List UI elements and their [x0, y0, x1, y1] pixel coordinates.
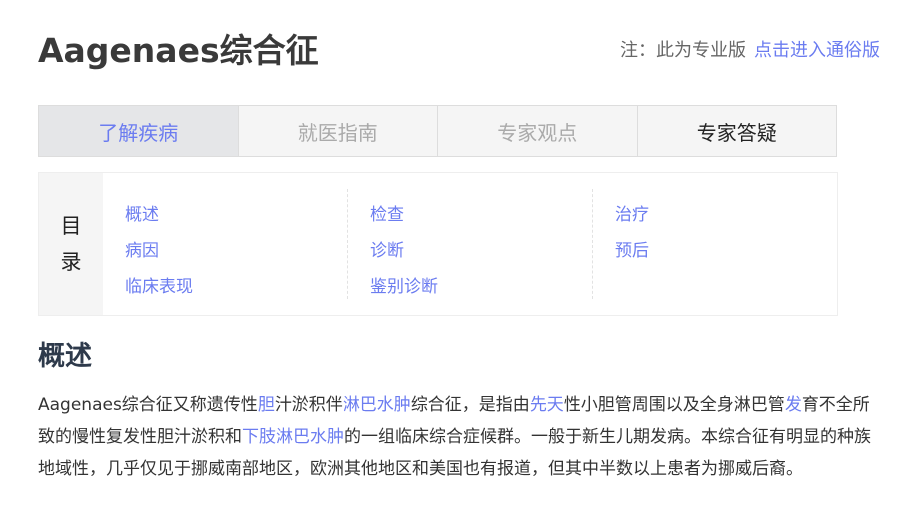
text-segment: Aagenaes综合征又称遗传性	[38, 395, 258, 415]
term-link[interactable]: 下肢淋巴水肿	[242, 427, 344, 447]
toc-link-differential-diagnosis[interactable]: 鉴别诊断	[370, 269, 592, 305]
text-segment: 性小胆管周围以及全身淋巴管	[563, 395, 785, 415]
tab-bar: 了解疾病 就医指南 专家观点 专家答疑	[38, 105, 837, 157]
toc-label-char: 录	[60, 250, 82, 274]
toc-link-symptoms[interactable]: 临床表现	[125, 269, 347, 305]
toc-column: 检查 诊断 鉴别诊断	[347, 189, 592, 299]
toc-link-prognosis[interactable]: 预后	[615, 233, 837, 269]
version-note-text: 注：此为专业版	[620, 40, 746, 61]
section-heading: 概述	[38, 341, 92, 372]
term-link[interactable]: 胆	[258, 395, 275, 415]
tab-expert-qa[interactable]: 专家答疑	[636, 106, 837, 156]
term-link[interactable]: 先天	[530, 395, 564, 415]
text-segment: 汁淤积伴	[274, 395, 343, 415]
page-title: Aagenaes综合征	[38, 31, 319, 70]
version-note: 注：此为专业版 点击进入通俗版	[620, 36, 880, 62]
overview-paragraph: Aagenaes综合征又称遗传性胆汁淤积伴淋巴水肿综合征，是指由先天性小胆管周围…	[38, 389, 883, 485]
text-segment: 综合征，是指由	[410, 395, 530, 415]
toc-label-char: 目	[60, 214, 82, 238]
popular-version-link[interactable]: 点击进入通俗版	[754, 40, 880, 61]
toc-column: 治疗 预后	[592, 189, 837, 299]
toc-link-overview[interactable]: 概述	[125, 197, 347, 233]
tab-medical-guide[interactable]: 就医指南	[237, 106, 438, 156]
table-of-contents: 目 录 概述 病因 临床表现 检查 诊断 鉴别诊断 治疗 预后	[38, 172, 838, 316]
toc-label: 目 录	[39, 173, 103, 315]
toc-column: 概述 病因 临床表现	[125, 189, 347, 299]
term-link[interactable]: 发	[785, 395, 802, 415]
tab-understand-disease[interactable]: 了解疾病	[39, 106, 238, 156]
term-link[interactable]: 淋巴水肿	[343, 395, 411, 415]
toc-link-treatment[interactable]: 治疗	[615, 197, 837, 233]
toc-link-diagnosis[interactable]: 诊断	[370, 233, 592, 269]
toc-link-examination[interactable]: 检查	[370, 197, 592, 233]
tab-expert-opinion[interactable]: 专家观点	[437, 106, 637, 156]
toc-link-cause[interactable]: 病因	[125, 233, 347, 269]
